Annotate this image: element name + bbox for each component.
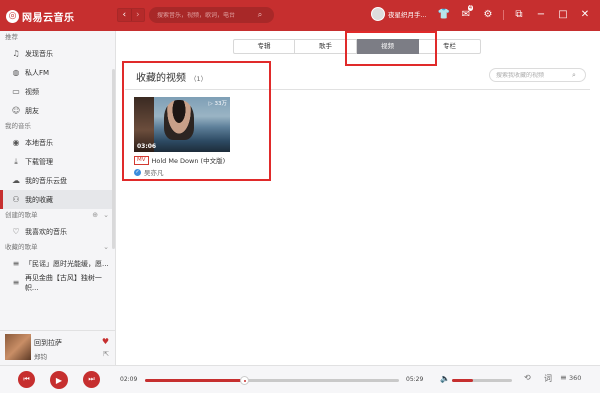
history-nav: ‹ › (117, 8, 145, 22)
sidebar-item-playlist[interactable]: ≡ 「民谣」愿时光能缓，愿... (0, 254, 115, 273)
progress-handle[interactable] (240, 376, 250, 385)
search-icon[interactable]: ⌕ (572, 71, 576, 80)
minimize-icon[interactable]: − (530, 7, 552, 23)
video-icon: ▭ (12, 87, 20, 96)
window-toolbar: 👕 ✉ 4 ⚙ ⧉ − □ ✕ (433, 5, 596, 23)
player-bar: ⏮ ▶ ⏭ 02:09 05:29 🔈 ⟲ 词 ≡ 360 (0, 365, 600, 393)
divider (503, 10, 504, 20)
search-icon[interactable]: ⌕ (253, 10, 267, 20)
sidebar-item-cloud[interactable]: ☁ 我的音乐云盘 (0, 171, 115, 190)
highlight-box-video (122, 61, 271, 181)
sidebar-item-liked[interactable]: ♡ 我喜欢的音乐 (0, 222, 115, 241)
sidebar-scrollbar[interactable] (112, 69, 115, 249)
avatar[interactable] (371, 7, 385, 21)
playlist-icon: ≡ (12, 278, 20, 287)
cloud-icon: ☁ (12, 176, 20, 185)
sidebar-item-video[interactable]: ▭ 视频 (0, 82, 115, 101)
sidebar-item-label: 再见金曲【古风】独树一帜... (24, 273, 102, 292)
mail-icon[interactable]: ✉ 4 (455, 5, 477, 23)
volume-fill (452, 379, 473, 382)
progress-fill (145, 379, 245, 382)
chevron-down-icon[interactable]: ⌄ (103, 209, 109, 222)
sidebar-item-discover[interactable]: ♫ 发现音乐 (0, 44, 115, 63)
quality-label[interactable]: 360 (569, 374, 581, 382)
video-search-input[interactable] (490, 71, 572, 79)
heart-icon[interactable]: ♥ (102, 337, 109, 346)
radio-icon: ◍ (12, 68, 20, 77)
username[interactable]: 夜星织月手... (388, 9, 427, 19)
total-time: 05:29 (406, 376, 424, 383)
tab-albums[interactable]: 专辑 (233, 39, 295, 54)
sidebar-item-local[interactable]: ◉ 本地音乐 (0, 133, 115, 152)
sidebar: 推荐 ♫ 发现音乐 ◍ 私人FM ▭ 视频 ☺ 朋友 我的音乐 ◉ 本地音乐 ⤓ 下载管理 … (0, 31, 116, 330)
sidebar-item-label: 下载管理 (25, 157, 53, 166)
video-search: ⌕ (489, 68, 586, 82)
app-name: 网易云音乐 (22, 12, 75, 24)
album-cover[interactable] (5, 334, 31, 360)
now-playing-title[interactable]: 回到拉萨 (34, 338, 62, 348)
progress-bar[interactable] (145, 376, 399, 385)
sidebar-item-label: 朋友 (25, 106, 39, 115)
section-my-music: 我的音乐 (5, 122, 31, 130)
volume-icon[interactable]: 🔈 (440, 374, 450, 383)
add-playlist-icon[interactable]: ⊕ (92, 209, 98, 222)
forward-button[interactable]: › (130, 9, 145, 21)
sidebar-item-friends[interactable]: ☺ 朋友 (0, 101, 115, 120)
previous-button[interactable]: ⏮ (18, 371, 35, 388)
section-collected-label: 收藏的歌单 (5, 243, 38, 251)
volume-slider[interactable] (452, 379, 512, 382)
section-created: 创建的歌单 ⊕ ⌄ (0, 209, 115, 222)
playlist-icon[interactable]: ≡ (560, 373, 567, 382)
sidebar-item-fm[interactable]: ◍ 私人FM (0, 63, 115, 82)
music-note-icon: ♫ (12, 49, 20, 58)
local-music-icon: ◉ (12, 138, 20, 147)
section-collected: 收藏的歌单 ⌄ (0, 241, 115, 254)
loop-icon[interactable]: ⟲ (524, 373, 531, 382)
sidebar-item-playlist[interactable]: ≡ 再见金曲【古风】独树一帜... (0, 273, 115, 292)
back-button[interactable]: ‹ (118, 9, 131, 21)
netease-logo-icon: ◎ (6, 9, 19, 23)
global-search: ⌕ (149, 7, 274, 23)
close-icon[interactable]: ✕ (574, 7, 596, 23)
download-icon: ⤓ (14, 156, 18, 166)
sidebar-item-label: 我喜欢的音乐 (25, 227, 67, 236)
gear-icon[interactable]: ⚙ (477, 7, 499, 23)
sidebar-item-label: 本地音乐 (25, 138, 53, 147)
global-search-input[interactable] (149, 11, 253, 19)
sidebar-item-label: 「民谣」愿时光能缓，愿... (25, 259, 109, 268)
chevron-down-icon[interactable]: ⌄ (103, 241, 109, 254)
share-icon[interactable]: ⇱ (103, 350, 109, 358)
play-button[interactable]: ▶ (50, 371, 68, 389)
app-logo[interactable]: ◎ 网易云音乐 (6, 8, 75, 24)
sidebar-item-label: 发现音乐 (25, 49, 53, 58)
friends-icon: ☺ (11, 106, 21, 115)
section-recommend: 推荐 (5, 33, 18, 41)
current-time: 02:09 (120, 376, 138, 383)
section-created-label: 创建的歌单 (5, 211, 38, 219)
next-button[interactable]: ⏭ (83, 371, 100, 388)
sidebar-item-favorites[interactable]: ⚇ 我的收藏 (0, 190, 115, 209)
lyrics-icon[interactable]: 词 (544, 373, 552, 384)
skin-icon[interactable]: 👕 (433, 7, 455, 23)
now-playing-artist[interactable]: 郑钧 (34, 351, 47, 361)
title-bar: ◎ 网易云音乐 ‹ › ⌕ 夜星织月手... ▾ 👕 ✉4 ⚙ ⧉ − □ ✕ (0, 0, 600, 31)
sidebar-item-downloads[interactable]: ⤓ 下载管理 (0, 152, 115, 171)
sidebar-item-label: 我的收藏 (25, 195, 53, 204)
heart-icon: ♡ (12, 227, 20, 236)
playlist-icon: ≡ (12, 259, 20, 268)
sidebar-item-label: 我的音乐云盘 (25, 176, 67, 185)
favorites-user-icon: ⚇ (12, 195, 20, 204)
now-playing: 回到拉萨 郑钧 ♥ ⇱ (0, 330, 116, 365)
highlight-box-tab (345, 31, 437, 66)
mini-mode-icon[interactable]: ⧉ (508, 7, 530, 23)
sidebar-item-label: 私人FM (25, 68, 50, 77)
sidebar-item-label: 视频 (25, 87, 39, 96)
mail-badge: 4 (467, 5, 473, 11)
main-content: 专辑 歌手 视频 专栏 收藏的视频 （1） ⌕ ▷ 33万 03:06 MV H… (117, 31, 600, 365)
maximize-icon[interactable]: □ (552, 7, 574, 23)
